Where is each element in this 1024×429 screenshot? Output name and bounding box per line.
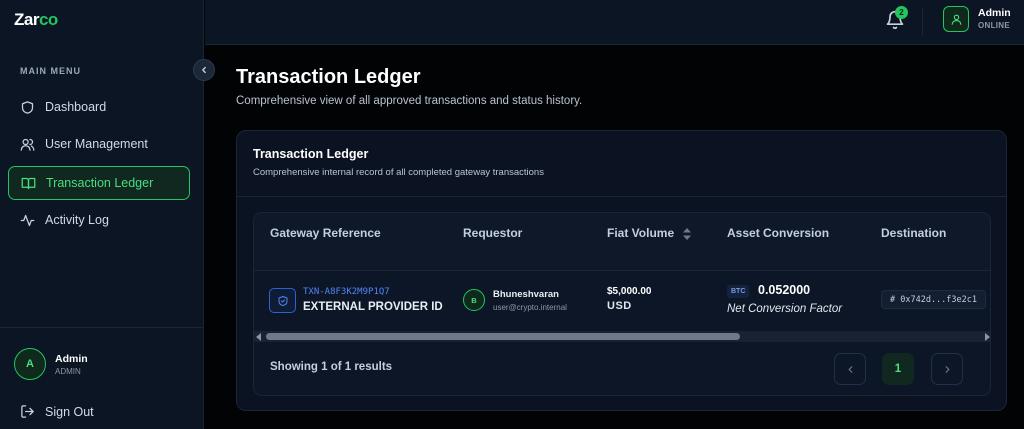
user-name: Admin <box>55 352 88 365</box>
fiat-currency: USD <box>607 300 632 312</box>
page-title: Transaction Ledger <box>236 66 421 88</box>
asset-symbol-badge: BTC <box>727 285 750 298</box>
fiat-amount: $5,000.00 <box>607 286 652 297</box>
sidebar-item-label: Dashboard <box>45 100 107 114</box>
gateway-badge[interactable] <box>269 288 296 313</box>
shield-icon <box>21 100 34 114</box>
sidebar-item-activity-log[interactable]: Activity Log <box>8 203 190 237</box>
scroll-left-arrow[interactable] <box>256 333 261 341</box>
table-footer: Showing 1 of 1 results 1 <box>254 342 990 395</box>
transaction-provider-label: EXTERNAL PROVIDER ID <box>303 301 443 313</box>
chevron-left-icon <box>202 66 206 74</box>
column-header-requestor: Requestor <box>463 226 523 240</box>
scroll-right-arrow[interactable] <box>985 333 990 341</box>
book-icon <box>21 177 36 189</box>
table-row[interactable]: TXN-A8F3K2M9P1Q7 EXTERNAL PROVIDER ID B … <box>254 271 990 331</box>
table-header: Gateway Reference Requestor Fiat Volume … <box>254 213 990 271</box>
logout-icon <box>21 405 34 418</box>
requestor-avatar: B <box>463 289 485 311</box>
user-status: ONLINE <box>978 21 1011 30</box>
user-avatar-button[interactable] <box>943 6 969 32</box>
column-header-destination: Destination <box>881 226 947 240</box>
avatar: A <box>14 348 46 380</box>
sidebar-item-transaction-ledger[interactable]: Transaction Ledger <box>8 166 190 200</box>
sidebar-item-user-management[interactable]: User Management <box>8 127 190 161</box>
topbar-divider <box>922 8 923 36</box>
notification-badge: 2 <box>895 6 908 19</box>
results-count: Showing 1 of 1 results <box>270 361 393 373</box>
top-bar: 2 Admin ONLINE <box>205 0 1024 45</box>
sort-icon[interactable] <box>683 227 692 240</box>
destination-address[interactable]: # 0x742d...f3e2c1 <box>881 290 986 309</box>
sign-out-button[interactable]: Sign Out <box>20 404 94 419</box>
page-subtitle: Comprehensive view of all approved trans… <box>236 95 583 107</box>
card-title: Transaction Ledger <box>253 147 369 161</box>
sidebar-item-label: Transaction Ledger <box>46 176 154 190</box>
activity-icon <box>20 214 35 226</box>
column-header-fiat-volume[interactable]: Fiat Volume <box>607 226 692 240</box>
requestor-name: Bhuneshvaran <box>493 289 559 300</box>
chevron-right-icon <box>945 365 949 373</box>
sidebar-user: A Admin ADMIN <box>14 348 88 380</box>
sidebar-item-dashboard[interactable]: Dashboard <box>8 90 190 124</box>
sign-out-label: Sign Out <box>45 404 94 419</box>
user-icon <box>951 14 961 25</box>
ledger-table: Gateway Reference Requestor Fiat Volume … <box>253 212 991 396</box>
sidebar: Zarco MAIN MENU Dashboard User Managemen… <box>0 0 204 429</box>
shield-check-icon <box>278 295 287 306</box>
asset-amount: 0.052000 <box>758 283 811 297</box>
column-header-label: Fiat Volume <box>607 226 675 240</box>
chevron-left-icon <box>848 365 852 373</box>
user-role: ADMIN <box>55 366 81 376</box>
collapse-sidebar-button[interactable] <box>193 59 215 81</box>
app-logo[interactable]: Zarco <box>14 10 58 30</box>
main-menu-label: MAIN MENU <box>20 66 81 76</box>
next-page-button[interactable] <box>931 353 963 385</box>
column-header-gateway-reference: Gateway Reference <box>270 226 381 240</box>
sidebar-item-label: User Management <box>45 137 148 151</box>
transaction-id-link[interactable]: TXN-A8F3K2M9P1Q7 <box>303 287 390 297</box>
previous-page-button[interactable] <box>834 353 866 385</box>
ledger-card: Transaction Ledger Comprehensive interna… <box>236 130 1007 411</box>
users-icon <box>20 138 35 151</box>
sidebar-divider <box>0 327 204 328</box>
user-name: Admin <box>978 7 1011 19</box>
topbar-user: Admin ONLINE <box>978 7 1011 30</box>
requestor-email: user@crypto.internal <box>493 303 567 312</box>
scrollbar-thumb[interactable] <box>266 333 740 340</box>
asset-conversion-note: Net Conversion Factor <box>727 303 843 315</box>
sidebar-item-label: Activity Log <box>45 213 109 227</box>
column-header-asset-conversion: Asset Conversion <box>727 226 830 240</box>
page-number-button[interactable]: 1 <box>882 353 914 385</box>
horizontal-scrollbar[interactable] <box>254 331 990 342</box>
card-subtitle: Comprehensive internal record of all com… <box>253 167 544 178</box>
card-header: Transaction Ledger Comprehensive interna… <box>237 131 1006 197</box>
